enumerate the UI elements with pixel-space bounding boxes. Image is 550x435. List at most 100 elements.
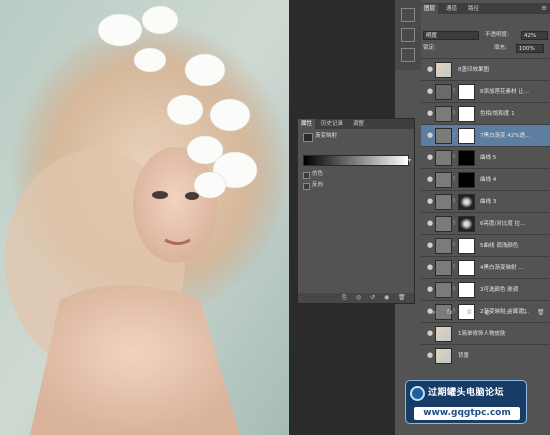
layer-row[interactable]: ● § 曲线 5 [421,146,550,168]
layer-thumbnail [435,216,452,232]
clip-icon[interactable]: ⎘ [342,294,347,302]
reverse-checkbox[interactable] [303,183,310,190]
layer-name: 曲线 3 [480,199,497,205]
visibility-icon[interactable]: ◉ [384,294,389,301]
properties-footer: ⎘ ◎ ↺ ◉ 🗑 [298,293,414,303]
fx-icon[interactable]: fx [447,309,453,316]
layer-mask-thumbnail[interactable] [458,260,475,276]
layer-row[interactable]: ● § 6亮度/对比度 拉... [421,212,550,234]
new-adjustment-icon[interactable]: ◐ [485,309,490,316]
dither-checkbox[interactable] [303,172,310,179]
layer-name: 6亮度/对比度 拉... [480,221,526,227]
adjustment-type-label: 渐变映射 [315,133,338,139]
gradient-picker[interactable] [303,155,409,166]
layer-mask-thumbnail[interactable] [458,282,475,298]
view-prev-icon[interactable]: ◎ [356,294,361,301]
tab-channels[interactable]: 通道 [443,4,460,14]
layer-row[interactable]: ● § 曲线 4 [421,168,550,190]
layer-mask-thumbnail[interactable] [458,194,475,210]
mask-link-icon[interactable]: § [453,242,457,250]
fill-input[interactable]: 100% [516,44,544,53]
watermark: 过期罐头电脑论坛 www.gqgtpc.com [405,380,527,424]
new-group-icon[interactable]: ▭ [503,309,509,316]
layer-row[interactable]: ● § 7黑白渐变 42%透... [421,124,550,146]
brush-icon[interactable] [401,28,415,42]
reset-icon[interactable]: ↺ [370,294,375,301]
mask-link-icon[interactable]: § [453,286,457,294]
layer-row[interactable]: ● § 色相/饱和度 1 [421,102,550,124]
history-icon[interactable] [401,8,415,22]
layer-row[interactable]: ● 1简单修饰人物皮肤 [421,322,550,344]
layer-mask-thumbnail[interactable] [458,128,475,144]
layer-thumbnail [435,260,452,276]
layer-thumbnail [435,326,452,342]
layer-row[interactable]: ● 8盖印效果图 [421,58,550,80]
layer-name: 8盖印效果图 [458,67,489,73]
mask-link-icon[interactable]: § [453,154,457,162]
layer-mask-thumbnail[interactable] [458,84,475,100]
photo-image [0,0,289,435]
properties-panel: 属性 历史记录 调整 渐变映射 ▾ 仿色 反向 ⎘ ◎ ↺ ◉ 🗑 [297,118,415,304]
layer-row[interactable]: ● 背景 [421,344,550,366]
mask-link-icon[interactable]: § [453,132,457,140]
layer-thumbnail [435,282,452,298]
link-icon[interactable]: ∞ [431,309,436,316]
layer-mask-thumbnail[interactable] [458,216,475,232]
mask-link-icon[interactable]: § [453,176,457,184]
gradient-dropdown-icon[interactable]: ▾ [408,157,411,164]
mask-link-icon[interactable]: § [453,88,457,96]
layer-thumbnail [435,150,452,166]
properties-tabbar: 属性 历史记录 调整 [298,119,414,129]
lock-label: 锁定: [423,45,436,51]
new-layer-icon[interactable]: ❐ [521,309,526,316]
watermark-url: www.gqgtpc.com [414,407,520,420]
layer-row[interactable]: ● § 4黑白渐变映射 ... [421,256,550,278]
layer-row[interactable]: ● § 3可选颜色 肤调 [421,278,550,300]
layers-tabbar: 图层 通道 路径 ≡ [421,3,550,14]
layer-thumbnail [435,128,452,144]
layer-name: 色相/饱和度 1 [480,111,515,117]
layer-thumbnail [435,62,452,78]
reverse-label: 反向 [312,182,324,188]
layer-mask-thumbnail[interactable] [458,106,475,122]
layer-name: 背景 [458,353,470,359]
delete-adjustment-icon[interactable]: 🗑 [398,294,406,301]
mask-link-icon[interactable]: § [453,198,457,206]
tab-layers[interactable]: 图层 [421,4,439,14]
add-mask-icon[interactable]: ◘ [467,309,472,316]
tab-adjustments[interactable]: 调整 [350,119,367,129]
mask-link-icon[interactable]: § [453,110,457,118]
opacity-input[interactable]: 42% [521,31,548,40]
layer-thumbnail [435,348,452,364]
canvas-photo[interactable] [0,0,289,435]
layer-thumbnail [435,106,452,122]
blend-mode-select[interactable]: 明度 [423,31,479,40]
tab-properties[interactable]: 属性 [298,119,316,129]
tab-paths[interactable]: 路径 [465,4,482,14]
layer-name: 5曲线 调浅颜色 [480,243,519,249]
layer-row[interactable]: ● § 曲线 3 [421,190,550,212]
layer-thumbnail [435,238,452,254]
layer-mask-thumbnail[interactable] [458,172,475,188]
dither-label: 仿色 [312,171,324,177]
layer-row[interactable]: ● § 8添加莲花素材 让... [421,80,550,102]
layer-thumbnail [435,172,452,188]
tab-history[interactable]: 历史记录 [318,119,346,129]
layer-row[interactable]: ● § 5曲线 调浅颜色 [421,234,550,256]
layer-mask-thumbnail[interactable] [458,150,475,166]
gradient-map-icon [303,133,313,142]
panel-menu-icon[interactable]: ≡ [541,4,547,12]
mask-link-icon[interactable]: § [453,220,457,228]
layer-mask-thumbnail[interactable] [458,238,475,254]
layer-thumbnail [435,84,452,100]
adjust-icon[interactable] [401,48,415,62]
layer-name: 8添加莲花素材 让... [480,89,529,95]
layer-name: 7黑白渐变 42%透... [480,133,531,139]
layer-name: 曲线 5 [480,155,497,161]
opacity-label: 不透明度: [485,32,509,38]
layer-name: 3可选颜色 肤调 [480,287,519,293]
mask-link-icon[interactable]: § [453,264,457,272]
trash-icon[interactable]: 🗑 [537,309,545,316]
blend-row: 明度 不透明度: 42% [421,17,550,40]
layer-name: 4黑白渐变映射 ... [480,265,524,271]
